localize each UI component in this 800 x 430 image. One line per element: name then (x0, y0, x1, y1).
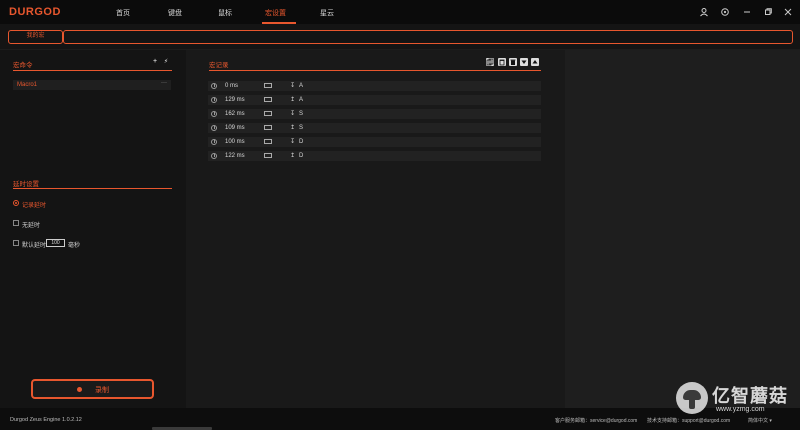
delay-clock-icon (211, 139, 217, 145)
key-release-icon: ↥ (290, 97, 296, 103)
nav-mouse[interactable]: 鼠标 (218, 8, 232, 18)
top-bar: DURGOD 首页 键盘 鼠标 宏设置 星云 (0, 0, 800, 24)
watermark-text: 亿智蘑菇 (712, 386, 788, 406)
macro-record-row[interactable]: 129 ms ↥ A (208, 95, 541, 105)
minimize-icon[interactable] (742, 7, 752, 17)
keyboard-icon (264, 139, 272, 144)
record-button[interactable]: 录制 (31, 379, 154, 399)
record-key: A (299, 97, 304, 103)
macro-record-row[interactable]: 109 ms ↥ S (208, 123, 541, 133)
record-key: S (299, 111, 304, 117)
option-default-delay[interactable]: 默认延时 100 毫秒 (13, 239, 103, 249)
macro-tab-strip[interactable] (63, 30, 793, 44)
keyboard-icon (264, 111, 272, 116)
default-delay-label: 默认延时 (22, 243, 47, 249)
record-delay: 129 ms (225, 97, 245, 103)
macro-record-row[interactable]: 162 ms ↧ S (208, 109, 541, 119)
delay-settings-divider (13, 188, 172, 189)
delay-clock-icon (211, 83, 217, 89)
nav-keyboard[interactable]: 键盘 (168, 8, 182, 18)
record-key: S (299, 125, 304, 131)
keyboard-icon (264, 97, 272, 102)
no-delay-label: 无延时 (22, 223, 41, 229)
left-panel (0, 50, 186, 408)
macro-record-row[interactable]: 0 ms ↧ A (208, 81, 541, 91)
clear-icon[interactable] (509, 58, 517, 66)
key-release-icon: ↥ (290, 125, 296, 131)
delay-clock-icon (211, 97, 217, 103)
record-dot-icon (77, 387, 82, 392)
more-options-icon[interactable]: ··· (161, 80, 167, 86)
keyboard-icon (264, 153, 272, 158)
app-version: Durgod Zeus Engine 1.0.2.12 (10, 417, 82, 423)
delay-settings-title: 延时设置 (13, 181, 39, 188)
move-up-icon[interactable] (531, 58, 539, 66)
checkbox[interactable] (13, 240, 19, 246)
nav-nebula[interactable]: 星云 (320, 8, 334, 18)
macro-record-row[interactable]: 122 ms ↥ D (208, 151, 541, 161)
service-email: 客户服务邮箱：service@durgod.com (555, 418, 638, 424)
maximize-icon[interactable] (763, 7, 773, 17)
radio-selected-icon[interactable] (13, 200, 19, 206)
macro-list-title: 宏命令 (13, 62, 33, 69)
keyboard-icon (264, 125, 272, 130)
tab-my-macros[interactable]: 我的宏 (8, 30, 63, 44)
key-press-icon: ↧ (290, 83, 296, 89)
keyboard-icon (264, 83, 272, 88)
default-delay-input[interactable]: 100 (46, 239, 65, 247)
macro-list-item[interactable]: Macro1 ··· (13, 80, 171, 90)
watermark: 亿智蘑菇 www.yzmg.com (676, 380, 794, 416)
right-panel (565, 50, 800, 408)
settings-icon[interactable] (720, 7, 730, 17)
record-key: A (299, 83, 304, 89)
checkbox[interactable] (13, 220, 19, 226)
mushroom-cap (683, 390, 701, 400)
record-key: D (299, 139, 304, 145)
key-release-icon: ↥ (290, 153, 296, 159)
flash-icon[interactable]: ⚡ (162, 58, 170, 66)
support-email: 技术支持邮箱：support@durgod.com (647, 418, 731, 424)
delete-icon[interactable] (498, 58, 506, 66)
record-delay: 100 ms (225, 139, 245, 145)
record-delay-label: 记录延时 (22, 203, 47, 209)
app-logo: DURGOD (9, 6, 61, 18)
move-down-icon[interactable] (520, 58, 528, 66)
nav-macro-settings[interactable]: 宏设置 (265, 8, 286, 18)
user-icon[interactable] (699, 7, 709, 17)
macro-name: Macro1 (17, 82, 38, 88)
macro-record-row[interactable]: 100 ms ↧ D (208, 137, 541, 147)
delay-clock-icon (211, 153, 217, 159)
macro-record-title: 宏记录 (209, 62, 229, 69)
delay-clock-icon (211, 111, 217, 117)
language-select[interactable]: 简体中文 ▾ (748, 417, 772, 424)
record-key: D (299, 153, 304, 159)
record-delay: 0 ms (225, 83, 239, 89)
add-macro-button[interactable]: + (151, 58, 159, 66)
nav-home[interactable]: 首页 (116, 8, 130, 18)
watermark-url: www.yzmg.com (716, 406, 765, 413)
record-button-label: 录制 (95, 387, 109, 394)
delay-clock-icon (211, 125, 217, 131)
mushroom-stem (689, 400, 695, 409)
record-delay: 122 ms (225, 153, 245, 159)
record-delay: 109 ms (225, 125, 245, 131)
mushroom-logo-icon (676, 382, 708, 414)
record-delay: 162 ms (225, 111, 245, 117)
close-icon[interactable] (783, 7, 793, 17)
copy-icon[interactable] (486, 58, 494, 66)
key-press-icon: ↧ (290, 139, 296, 145)
macro-list-divider (13, 70, 172, 71)
key-press-icon: ↧ (290, 111, 296, 117)
macro-record-divider (209, 70, 541, 71)
delay-unit-label: 毫秒 (68, 243, 81, 249)
